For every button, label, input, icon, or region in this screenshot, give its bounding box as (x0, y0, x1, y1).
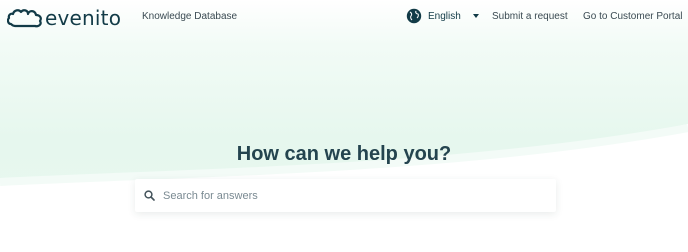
nav-knowledge-database[interactable]: Knowledge Database (142, 11, 237, 22)
search-box[interactable] (135, 179, 556, 212)
hero-background (0, 0, 688, 252)
language-selector[interactable]: English (406, 8, 479, 24)
page-title: How can we help you? (236, 143, 452, 165)
search-icon (144, 190, 155, 201)
hero-wave (0, 124, 688, 252)
top-navigation: evenito Knowledge Database English Submi… (0, 0, 688, 36)
brand-name: evenito (45, 6, 122, 30)
nav-customer-portal[interactable]: Go to Customer Portal (583, 11, 682, 22)
nav-submit-request[interactable]: Submit a request (492, 11, 568, 22)
language-label: English (428, 10, 461, 22)
cloud-logo-icon (7, 9, 42, 28)
chevron-down-icon (472, 14, 479, 18)
brand-logo[interactable]: evenito (7, 6, 121, 30)
globe-icon (406, 8, 422, 24)
search-input[interactable] (163, 189, 543, 202)
